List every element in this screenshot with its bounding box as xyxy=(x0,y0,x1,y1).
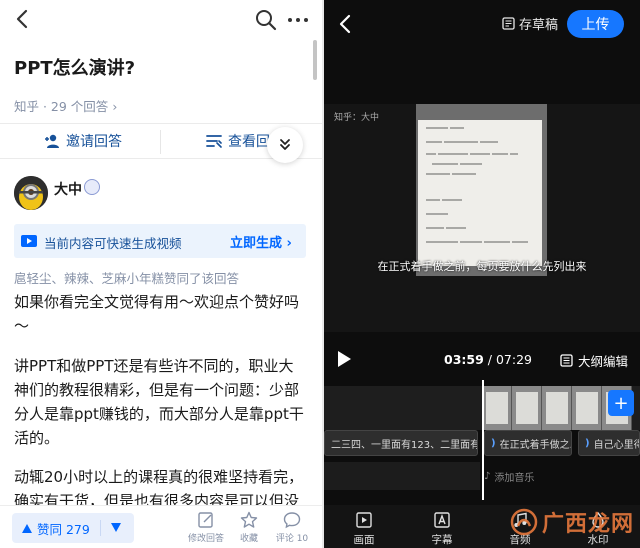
upload-button[interactable]: 上传 xyxy=(567,10,624,38)
comment-button[interactable]: 评论 10 xyxy=(272,511,312,547)
comment-label: 评论 10 xyxy=(275,534,309,544)
frame-thumb xyxy=(542,386,572,430)
verified-badge-icon xyxy=(84,179,100,195)
tab-picture-label: 画面 xyxy=(353,534,375,546)
tab-subtitle-label: 字幕 xyxy=(431,534,453,546)
music-track-empty xyxy=(324,462,480,490)
answer-paragraph: 如果你看完全文觉得有用～欢迎点个赞好吗～ xyxy=(14,293,300,335)
zhihu-answer-panel: PPT怎么演讲? 知乎 · 29 个回答 › 邀请回答 查看回答 大中 当前内容可… xyxy=(0,0,322,548)
edit-answer-label: 修改回答 xyxy=(187,534,224,544)
subtitle-clip[interactable]: ) 在正式着手做之... xyxy=(484,430,572,456)
add-clip-button[interactable]: + xyxy=(608,390,634,416)
generate-now-button[interactable]: 立即生成 › xyxy=(230,232,292,251)
subtitle-clip[interactable]: ) 自己心里得 xyxy=(578,430,640,456)
upvote-label: 赞同 279 xyxy=(37,521,90,537)
top-bar xyxy=(0,0,322,40)
time-total: 07:29 xyxy=(495,352,532,367)
star-icon xyxy=(240,511,258,528)
time-current: 03:59 xyxy=(444,352,484,367)
invite-answer-button[interactable]: 邀请回答 xyxy=(44,124,122,158)
frame-thumb xyxy=(572,386,602,430)
chevron-right-icon: › xyxy=(112,99,118,114)
edit-icon xyxy=(198,512,213,528)
save-draft-button[interactable]: 存草稿 xyxy=(502,14,558,33)
banner-text: 当前内容可快速生成视频 xyxy=(44,236,182,251)
divider xyxy=(160,130,161,154)
question-meta[interactable]: 知乎 · 29 个回答 › xyxy=(14,96,117,115)
subtitle-clip-text: 自己心里得 xyxy=(593,439,640,451)
add-user-icon xyxy=(45,134,59,148)
outline-edit-label: 大纲编辑 xyxy=(578,354,629,369)
text-icon xyxy=(434,512,450,528)
subtitle-clip-text: 二三四、一里面有123、二里面有456...... xyxy=(331,439,477,451)
video-icon xyxy=(21,235,37,247)
video-preview[interactable]: 知乎：大中 在正式着手做之前，每页要放什么先列出来 xyxy=(324,104,640,332)
outline-edit-button[interactable]: 大纲编辑 xyxy=(560,351,628,370)
voters-line: 扈轻尘、辣辣、芝麻小年糕赞同了该回答 xyxy=(14,271,240,286)
save-draft-label: 存草稿 xyxy=(519,18,559,33)
favorite-button[interactable]: 收藏 xyxy=(229,511,269,547)
question-meta-text: 知乎 · 29 个回答 xyxy=(14,99,109,114)
subtitle-clip-text: 在正式着手做之... xyxy=(499,439,572,451)
preview-frame xyxy=(416,104,547,276)
play-icon[interactable] xyxy=(336,350,352,368)
audio-wave-icon: ) xyxy=(585,437,590,449)
more-icon[interactable] xyxy=(285,8,311,32)
scrollbar[interactable] xyxy=(313,40,317,80)
upvote-button[interactable]: 赞同 279 xyxy=(12,513,100,543)
subtitle-caption: 在正式着手做之前，每页要放什么先列出来 xyxy=(377,260,587,273)
playback-time: 03:59 / 07:29 xyxy=(444,352,532,367)
triangle-up-icon xyxy=(22,523,32,533)
notebook-image xyxy=(418,120,542,266)
playhead[interactable] xyxy=(482,380,484,500)
watermark-text: 广西龙网 xyxy=(542,512,635,537)
add-music-button[interactable]: ♪ 添加音乐 xyxy=(484,465,534,487)
subtitle-clip[interactable]: 二三四、一里面有123、二里面有456...... xyxy=(324,430,478,456)
list-icon xyxy=(206,135,222,148)
expand-button[interactable] xyxy=(267,127,303,163)
tab-picture[interactable]: 画面 xyxy=(342,511,386,547)
source-tag: 知乎：大中 xyxy=(334,113,380,123)
author-name[interactable]: 大中 xyxy=(54,179,82,199)
music-note-icon: ♪ xyxy=(484,470,491,482)
outline-icon xyxy=(560,354,573,367)
film-icon xyxy=(356,512,372,528)
tab-subtitle[interactable]: 字幕 xyxy=(420,511,464,547)
bottom-toolbar: 赞同 279 修改回答 收藏 评论 10 xyxy=(0,505,322,548)
frame-thumb xyxy=(482,386,512,430)
site-watermark: 广西龙网 xyxy=(510,506,634,538)
edit-answer-button[interactable]: 修改回答 xyxy=(186,511,226,547)
favorite-label: 收藏 xyxy=(239,534,258,544)
time-separator: / xyxy=(483,352,496,367)
triangle-down-icon xyxy=(111,523,121,532)
chevron-double-down-icon xyxy=(280,139,290,150)
question-title: PPT怎么演讲? xyxy=(14,58,136,79)
video-editor-panel: 存草稿 上传 知乎：大中 在正式着手做之前，每页要放什么先列出来 03:59 /… xyxy=(324,0,640,548)
vote-group: 赞同 279 xyxy=(12,513,134,543)
back-icon[interactable] xyxy=(334,12,358,36)
back-icon[interactable] xyxy=(10,6,36,32)
video-generate-banner[interactable]: 当前内容可快速生成视频 立即生成 › xyxy=(14,224,306,258)
frame-thumb xyxy=(512,386,542,430)
answer-paragraph: 讲PPT和做PPT还是有些许不同的，职业大神们的教程很精彩，但是有一个问题：少部… xyxy=(14,357,304,447)
downvote-button[interactable] xyxy=(106,520,126,536)
invite-answer-label: 邀请回答 xyxy=(66,134,122,150)
avatar[interactable] xyxy=(14,176,48,210)
comment-icon xyxy=(283,512,301,529)
audio-wave-icon: ) xyxy=(491,437,496,449)
draft-icon xyxy=(502,17,515,30)
watermark-logo-icon xyxy=(510,508,538,536)
divider xyxy=(100,520,101,536)
search-icon[interactable] xyxy=(254,8,278,32)
add-music-label: 添加音乐 xyxy=(494,472,535,484)
